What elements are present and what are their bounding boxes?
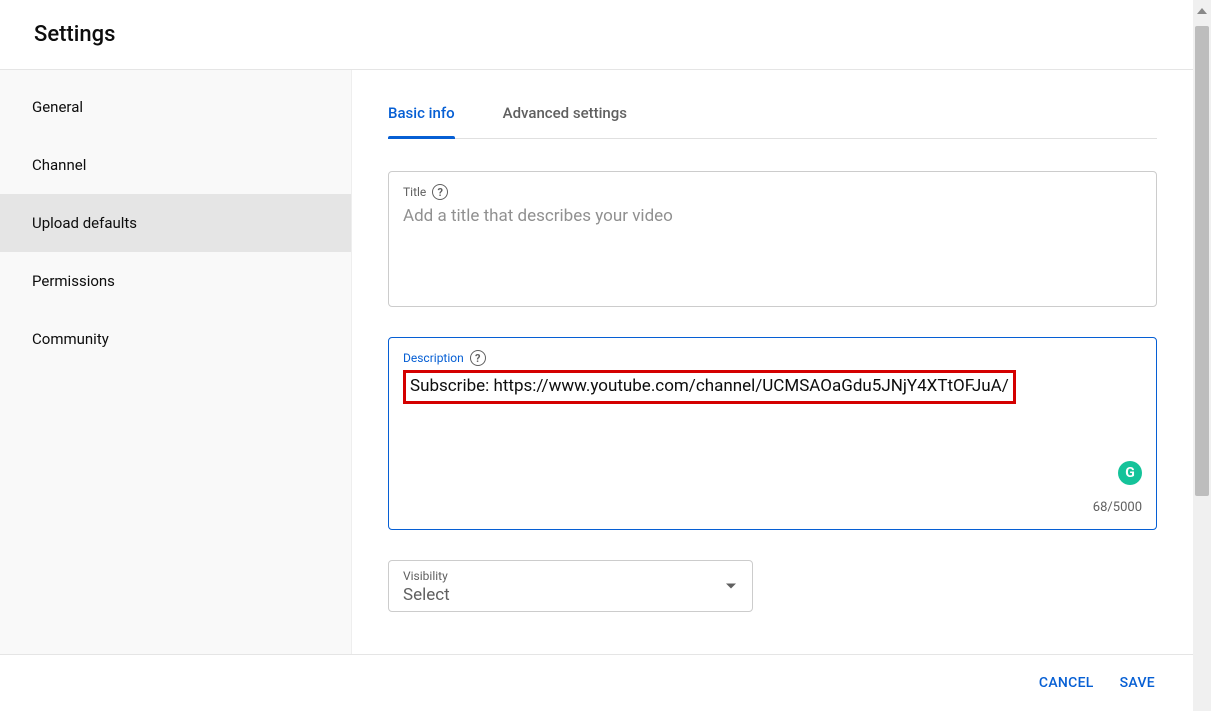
- sidebar-item-general[interactable]: General: [0, 78, 351, 136]
- title-label: Title ?: [403, 184, 1142, 200]
- visibility-select[interactable]: Visibility Select: [388, 560, 753, 612]
- description-label: Description ?: [403, 350, 1142, 366]
- sidebar-item-community[interactable]: Community: [0, 310, 351, 368]
- chevron-down-icon: [726, 584, 736, 589]
- description-field[interactable]: Description ? Subscribe: https://www.you…: [388, 337, 1157, 530]
- save-button[interactable]: SAVE: [1116, 667, 1159, 699]
- sidebar-item-channel[interactable]: Channel: [0, 136, 351, 194]
- visibility-value: Select: [403, 583, 738, 607]
- modal-header: Settings: [0, 0, 1193, 70]
- tab-basic-info[interactable]: Basic info: [388, 88, 455, 138]
- title-label-text: Title: [403, 185, 426, 199]
- cancel-button[interactable]: CANCEL: [1035, 667, 1098, 699]
- description-input[interactable]: Subscribe: https://www.youtube.com/chann…: [403, 372, 1142, 492]
- modal-body: General Channel Upload defaults Permissi…: [0, 70, 1193, 654]
- tabs: Basic info Advanced settings: [388, 70, 1157, 139]
- sidebar-item-permissions[interactable]: Permissions: [0, 252, 351, 310]
- scrollbar[interactable]: [1193, 0, 1211, 711]
- page-title: Settings: [34, 22, 1161, 47]
- help-icon[interactable]: ?: [432, 184, 448, 200]
- sidebar-item-upload-defaults[interactable]: Upload defaults: [0, 194, 351, 252]
- modal-footer: CANCEL SAVE: [0, 654, 1193, 711]
- sidebar: General Channel Upload defaults Permissi…: [0, 70, 352, 654]
- title-input[interactable]: [403, 206, 1142, 286]
- char-count: 68/5000: [403, 500, 1142, 515]
- description-label-text: Description: [403, 351, 464, 365]
- title-field[interactable]: Title ?: [388, 171, 1157, 307]
- scrollbar-thumb[interactable]: [1195, 26, 1209, 496]
- tab-advanced-settings[interactable]: Advanced settings: [503, 88, 627, 138]
- grammarly-icon[interactable]: G: [1118, 461, 1142, 485]
- scroll-up-icon[interactable]: [1197, 8, 1207, 14]
- visibility-label: Visibility: [403, 569, 738, 583]
- highlighted-text: Subscribe: https://www.youtube.com/chann…: [403, 370, 1016, 404]
- content-area: Basic info Advanced settings Title ? Des…: [352, 70, 1193, 654]
- settings-modal: Settings General Channel Upload defaults…: [0, 0, 1193, 711]
- help-icon[interactable]: ?: [470, 350, 486, 366]
